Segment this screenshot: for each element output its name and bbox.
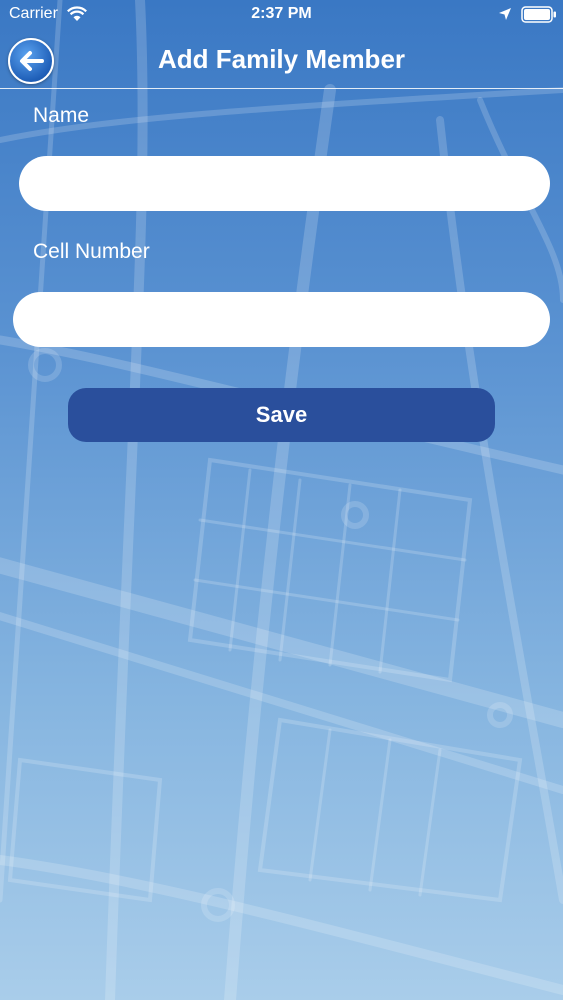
map-background [0, 0, 563, 1000]
save-button[interactable]: Save [68, 388, 495, 442]
battery-icon [521, 6, 556, 23]
status-time: 2:37 PM [251, 5, 312, 22]
status-bar: Carrier 2:37 PM [0, 0, 563, 30]
location-arrow-icon [499, 8, 511, 20]
name-input[interactable] [19, 156, 550, 211]
page-title: Add Family Member [157, 44, 406, 74]
navigation-bar: Add Family Member [0, 30, 563, 89]
cell-number-label: Cell Number [33, 240, 150, 263]
cell-number-input[interactable] [13, 292, 550, 347]
name-label: Name [33, 104, 90, 127]
